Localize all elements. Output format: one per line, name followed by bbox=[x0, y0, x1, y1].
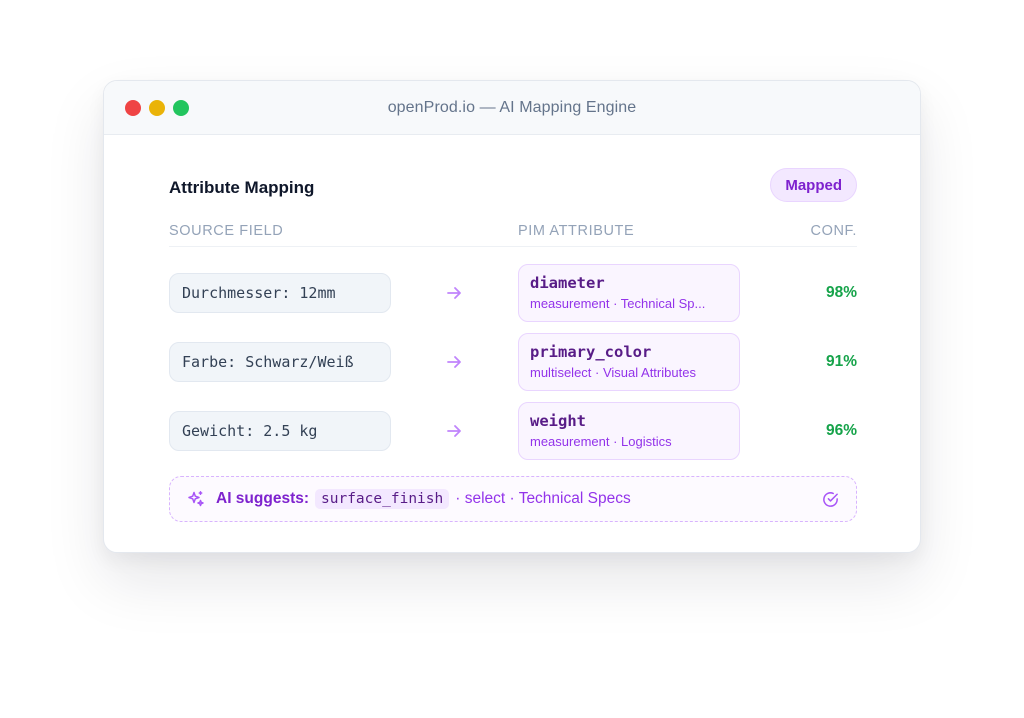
attribute-meta: measurement · Logistics bbox=[530, 434, 672, 449]
window-title: openProd.io — AI Mapping Engine bbox=[387, 99, 637, 116]
arrow-right-icon bbox=[447, 425, 461, 437]
mapping-row[interactable]: Gewicht: 2.5 kg weight measurement · Log… bbox=[169, 402, 857, 460]
source-field-chip[interactable]: Farbe: Schwarz/Weiß bbox=[169, 342, 391, 382]
attribute-meta: multiselect · Visual Attributes bbox=[530, 365, 696, 380]
arrow-right-icon bbox=[447, 287, 461, 299]
column-header-conf: CONF. bbox=[810, 223, 857, 239]
pim-attribute-card[interactable]: diameter measurement · Technical Sp... bbox=[518, 264, 740, 322]
pim-attribute-card[interactable]: primary_color multiselect · Visual Attri… bbox=[518, 333, 740, 391]
ai-suggestion-bar[interactable]: AI suggests: surface_finish · select · T… bbox=[169, 476, 857, 522]
column-header-source: SOURCE FIELD bbox=[169, 223, 284, 239]
pim-attribute-card[interactable]: weight measurement · Logistics bbox=[518, 402, 740, 460]
suggestion-label: AI suggests: bbox=[216, 490, 310, 507]
source-field-chip[interactable]: Gewicht: 2.5 kg bbox=[169, 411, 391, 451]
suggested-attribute: surface_finish bbox=[315, 489, 450, 509]
suggestion-meta: · select · Technical Specs bbox=[455, 490, 631, 507]
source-field-chip[interactable]: Durchmesser: 12mm bbox=[169, 273, 391, 313]
circle-check-icon[interactable] bbox=[821, 490, 840, 509]
app-window: openProd.io — AI Mapping Engine Attribut… bbox=[103, 80, 921, 553]
panel-title: Attribute Mapping bbox=[169, 178, 315, 197]
attribute-meta: measurement · Technical Sp... bbox=[530, 296, 706, 311]
attribute-name: diameter bbox=[530, 274, 605, 292]
mapping-row[interactable]: Durchmesser: 12mm diameter measurement ·… bbox=[169, 264, 857, 322]
status-badge: Mapped bbox=[770, 168, 857, 202]
confidence-value: 96% bbox=[825, 422, 857, 439]
header-divider bbox=[169, 246, 857, 247]
attribute-name: primary_color bbox=[530, 343, 652, 361]
title-bar: openProd.io — AI Mapping Engine bbox=[104, 81, 920, 135]
mapping-row[interactable]: Farbe: Schwarz/Weiß primary_color multis… bbox=[169, 333, 857, 391]
column-header-pim: PIM ATTRIBUTE bbox=[518, 223, 635, 239]
sparkles-icon bbox=[188, 491, 204, 507]
confidence-value: 91% bbox=[825, 353, 857, 370]
confidence-value: 98% bbox=[825, 284, 857, 301]
arrow-right-icon bbox=[447, 356, 461, 368]
attribute-name: weight bbox=[530, 412, 586, 430]
